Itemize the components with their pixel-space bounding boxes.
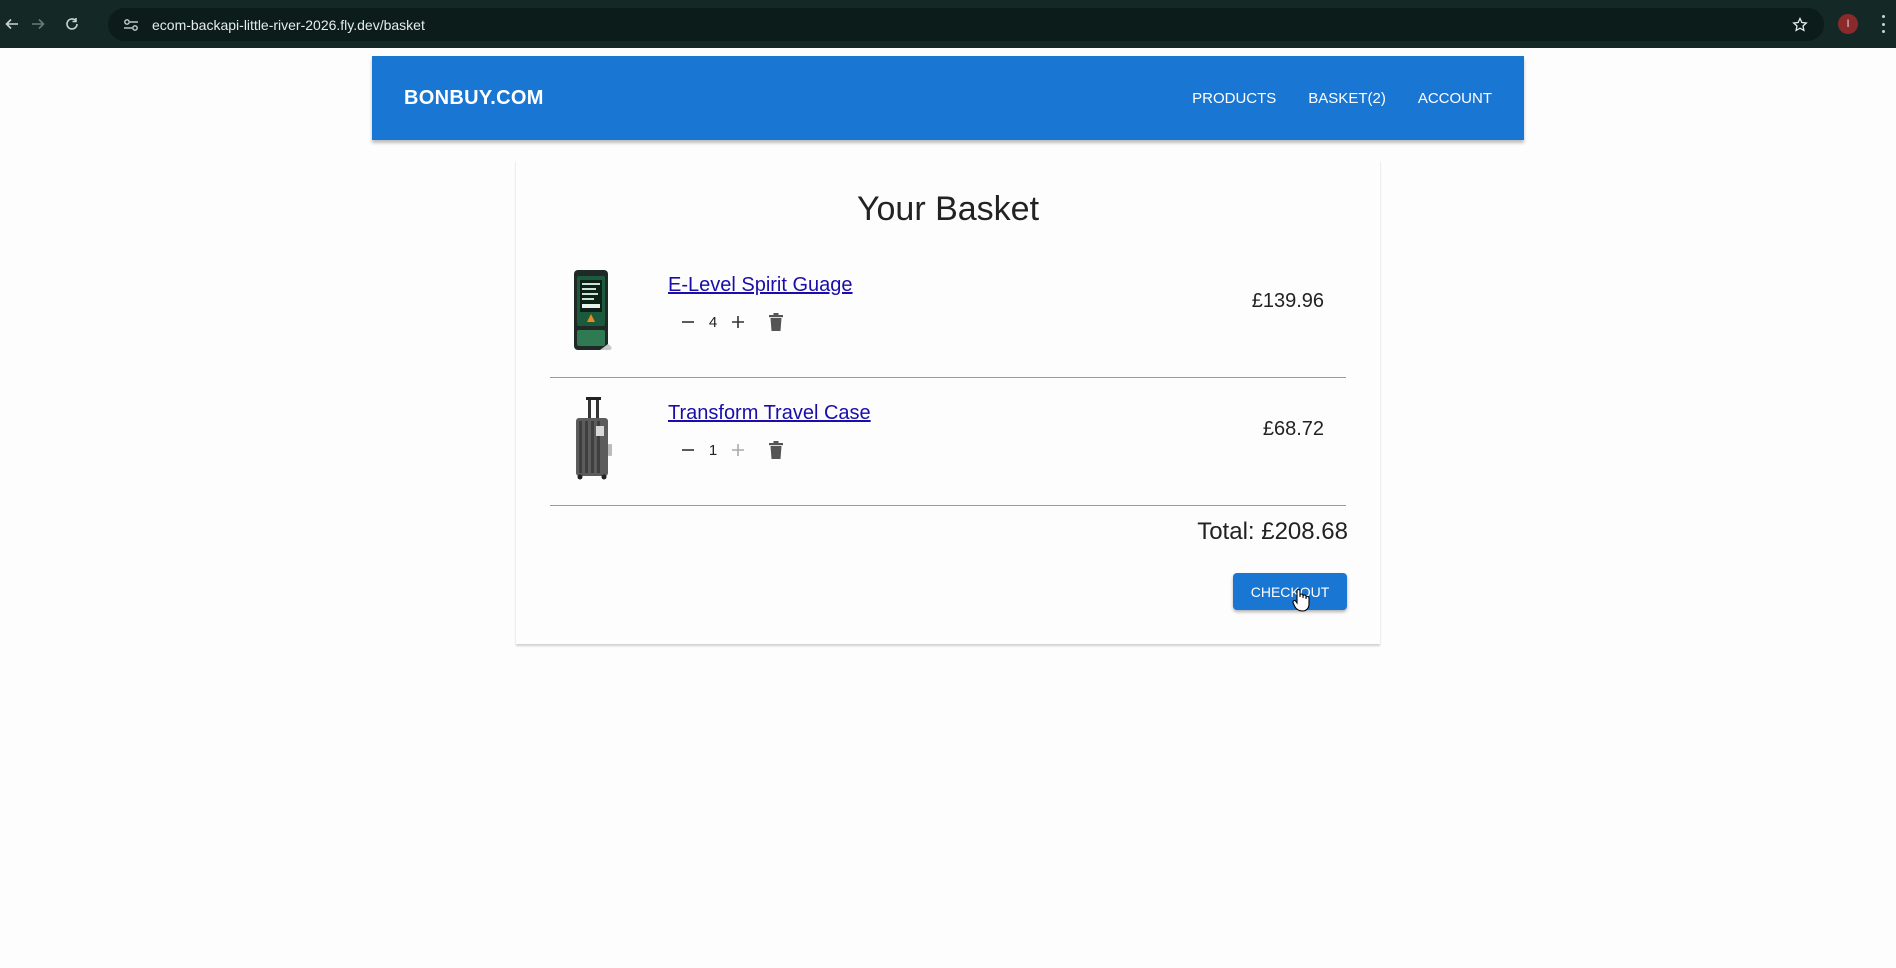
nav-account[interactable]: ACCOUNT bbox=[1418, 90, 1492, 107]
basket-item: E-Level Spirit Guage 4 £139.96 bbox=[550, 250, 1346, 378]
remove-item-button[interactable] bbox=[764, 438, 788, 462]
basket-panel: Your Basket E-Level Spirit Guage 4 £139.… bbox=[516, 160, 1380, 644]
brand-logo[interactable]: BONBUY.COM bbox=[404, 56, 544, 140]
increase-quantity-button[interactable] bbox=[726, 438, 750, 462]
address-bar[interactable]: ecom-backapi-little-river-2026.fly.dev/b… bbox=[108, 8, 1824, 41]
trash-icon bbox=[769, 313, 783, 331]
menu-icon[interactable] bbox=[1878, 12, 1888, 36]
checkout-button[interactable]: CHECKOUT bbox=[1233, 573, 1347, 610]
minus-icon bbox=[682, 449, 694, 451]
forward-icon bbox=[32, 18, 45, 30]
star-icon bbox=[1792, 17, 1808, 32]
item-price: £139.96 bbox=[1251, 290, 1324, 312]
product-image bbox=[574, 270, 612, 350]
product-link[interactable]: Transform Travel Case bbox=[668, 402, 871, 425]
nav-products[interactable]: PRODUCTS bbox=[1192, 90, 1276, 107]
item-price: £68.72 bbox=[1262, 418, 1324, 440]
reload-icon bbox=[66, 18, 78, 30]
main-nav: PRODUCTS BASKET(2) ACCOUNT bbox=[1160, 56, 1492, 140]
site-info-button[interactable] bbox=[114, 8, 148, 41]
back-icon bbox=[5, 18, 18, 30]
product-image bbox=[576, 397, 612, 480]
quantity-value: 4 bbox=[708, 313, 718, 331]
app-header: BONBUY.COM PRODUCTS BASKET(2) ACCOUNT bbox=[372, 56, 1524, 140]
minus-icon bbox=[682, 321, 694, 323]
decrease-quantity-button[interactable] bbox=[676, 310, 700, 334]
plus-icon bbox=[732, 316, 744, 328]
site-info-icon bbox=[124, 18, 138, 31]
increase-quantity-button[interactable] bbox=[726, 310, 750, 334]
hand-cursor-icon bbox=[1292, 589, 1310, 612]
browser-toolbar: ecom-backapi-little-river-2026.fly.dev/b… bbox=[0, 0, 1896, 48]
back-button[interactable] bbox=[0, 0, 24, 48]
page-title: Your Basket bbox=[856, 190, 1040, 228]
quantity-stepper: 4 bbox=[676, 310, 788, 334]
profile-avatar[interactable]: I bbox=[1838, 14, 1858, 34]
quantity-value: 1 bbox=[708, 441, 718, 459]
decrease-quantity-button[interactable] bbox=[676, 438, 700, 462]
reload-button[interactable] bbox=[52, 0, 92, 48]
product-link[interactable]: E-Level Spirit Guage bbox=[668, 274, 853, 297]
bookmark-button[interactable] bbox=[1790, 15, 1810, 35]
plus-icon bbox=[732, 444, 744, 456]
trash-icon bbox=[769, 441, 783, 459]
basket-item: Transform Travel Case 1 £68.72 bbox=[550, 378, 1346, 506]
nav-basket[interactable]: BASKET(2) bbox=[1308, 90, 1386, 107]
forward-button[interactable] bbox=[24, 0, 52, 48]
remove-item-button[interactable] bbox=[764, 310, 788, 334]
basket-total: Total: £208.68 bbox=[1197, 518, 1348, 545]
quantity-stepper: 1 bbox=[676, 438, 788, 462]
url-text[interactable]: ecom-backapi-little-river-2026.fly.dev/b… bbox=[152, 17, 425, 33]
